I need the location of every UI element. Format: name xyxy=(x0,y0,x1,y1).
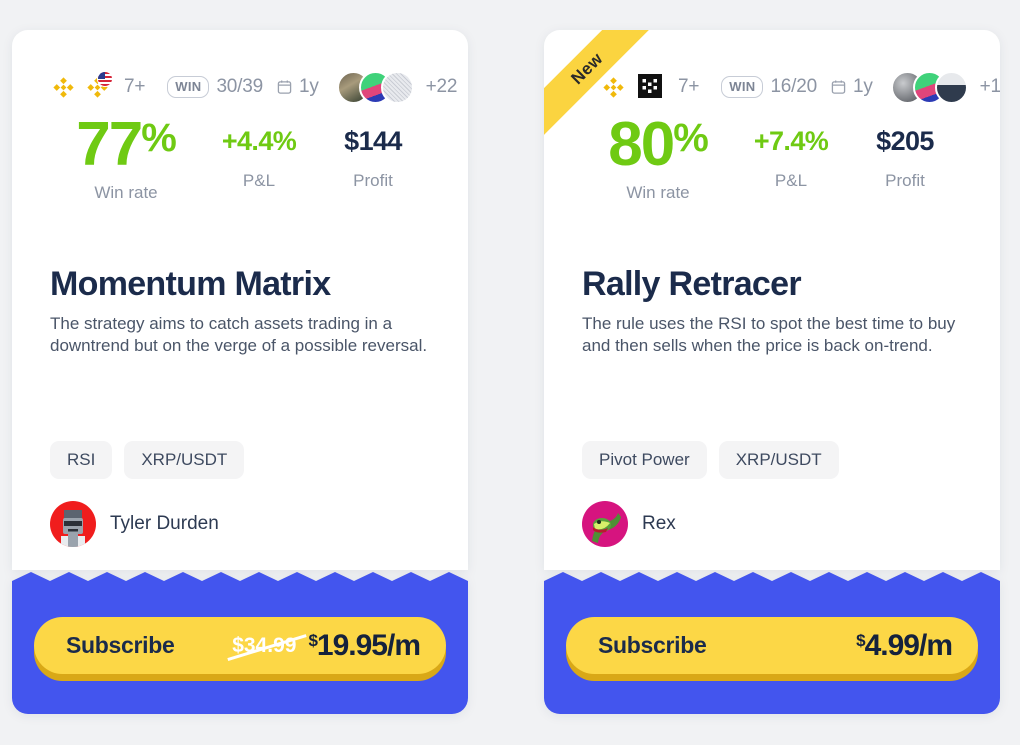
strategy-title: Momentum Matrix xyxy=(50,264,331,303)
card-body: 7+ WIN 30/39 1y +22 77% Win rate +4.4% P… xyxy=(12,30,468,570)
pnl-value: +7.4% xyxy=(753,126,829,156)
tag-pair[interactable]: XRP/USDT xyxy=(124,441,245,480)
pnl-value: +4.4% xyxy=(221,126,297,156)
strategy-cards-page: 7+ WIN 30/39 1y +22 77% Win rate +4.4% P… xyxy=(0,0,1020,745)
strategy-title: Rally Retracer xyxy=(582,264,802,303)
profit-value: $205 xyxy=(876,126,934,156)
pnl-stat: +4.4% P&L xyxy=(202,116,316,191)
author-name: Rex xyxy=(642,513,676,535)
profit-stat: $205 Profit xyxy=(848,116,962,191)
stats-row: 80% Win rate +7.4% P&L $205 Profit xyxy=(582,110,962,203)
card-meta-row: 7+ WIN 30/39 1y +22 xyxy=(50,70,457,104)
win-rate-stat: 77% Win rate xyxy=(50,110,202,203)
current-price: $4.99/m xyxy=(856,628,953,662)
strategy-card[interactable]: 7+ WIN 30/39 1y +22 77% Win rate +4.4% P… xyxy=(12,30,468,714)
binance-us-icon xyxy=(84,70,113,101)
win-rate-stat: 80% Win rate xyxy=(582,110,734,203)
win-rate-label: Win rate xyxy=(626,182,690,202)
exchange-icons: 7+ xyxy=(600,73,700,101)
win-badge: WIN xyxy=(721,76,764,98)
subscribe-button[interactable]: Subscribe $4.99/m xyxy=(566,617,978,674)
strategy-description: The rule uses the RSI to spot the best t… xyxy=(582,313,956,355)
profit-label: Profit xyxy=(353,171,393,190)
card-footer: Subscribe $34.99 $19.95/m xyxy=(12,591,468,714)
exchange-icons: 7+ xyxy=(50,70,146,101)
profit-label: Profit xyxy=(885,171,925,190)
win-badge: WIN xyxy=(167,76,210,98)
win-ratio: 30/39 xyxy=(216,76,263,97)
win-rate-label: Win rate xyxy=(94,182,158,202)
bitfinex-icon xyxy=(638,73,665,101)
binance-icon xyxy=(600,74,627,101)
pnl-stat: +7.4% P&L xyxy=(734,116,848,191)
win-rate-value: 80% xyxy=(608,110,709,179)
calendar-icon xyxy=(831,79,846,95)
avatar xyxy=(934,70,968,104)
price-area: $4.99/m xyxy=(856,628,953,663)
strategy-card[interactable]: New 7+ WIN 16/20 1y +1 80% Win rate +7.4… xyxy=(544,30,1000,714)
calendar-icon xyxy=(277,79,292,95)
author-avatar xyxy=(582,501,628,548)
torn-edge xyxy=(544,572,1000,592)
avatar xyxy=(380,70,414,104)
pnl-label: P&L xyxy=(774,171,808,190)
stats-row: 77% Win rate +4.4% P&L $144 Profit xyxy=(50,110,430,203)
author[interactable]: Tyler Durden xyxy=(50,501,430,548)
tag-list: RSI XRP/USDT xyxy=(50,441,430,480)
subscribe-button[interactable]: Subscribe $34.99 $19.95/m xyxy=(34,617,446,674)
author-name: Tyler Durden xyxy=(110,513,219,535)
win-rate-value: 77% xyxy=(76,110,177,179)
win-ratio: 16/20 xyxy=(770,76,817,97)
author[interactable]: Rex xyxy=(582,501,962,548)
price-area: $34.99 $19.95/m xyxy=(232,628,421,663)
tag-indicator[interactable]: Pivot Power xyxy=(582,441,707,480)
card-body: New 7+ WIN 16/20 1y +1 80% Win rate +7.4… xyxy=(544,30,1000,570)
exchange-more-count: 7+ xyxy=(678,76,700,97)
card-meta-row: 7+ WIN 16/20 1y +122 xyxy=(582,70,1000,104)
torn-edge xyxy=(12,572,468,592)
current-price: $19.95/m xyxy=(308,628,421,662)
period-label: 1y xyxy=(298,76,319,97)
tag-list: Pivot Power XRP/USDT xyxy=(582,441,962,480)
card-footer: Subscribe $4.99/m xyxy=(544,591,1000,714)
binance-icon xyxy=(50,74,77,101)
subscriber-avatars xyxy=(336,70,414,104)
strategy-description: The strategy aims to catch assets tradin… xyxy=(50,313,428,355)
subscribe-label: Subscribe xyxy=(66,632,175,658)
old-price: $34.99 xyxy=(232,633,297,657)
subscribe-label: Subscribe xyxy=(598,632,707,658)
author-avatar xyxy=(50,501,96,548)
avatars-more-count: +22 xyxy=(425,76,458,97)
avatars-more-count: +122 xyxy=(979,76,1000,97)
tag-pair[interactable]: XRP/USDT xyxy=(718,441,839,480)
profit-stat: $144 Profit xyxy=(316,116,430,191)
subscriber-avatars xyxy=(890,70,968,104)
profit-value: $144 xyxy=(344,126,402,156)
tag-indicator[interactable]: RSI xyxy=(50,441,113,480)
us-flag-icon xyxy=(97,70,113,87)
pnl-label: P&L xyxy=(242,171,276,190)
exchange-more-count: 7+ xyxy=(124,76,146,97)
period-label: 1y xyxy=(852,76,873,97)
